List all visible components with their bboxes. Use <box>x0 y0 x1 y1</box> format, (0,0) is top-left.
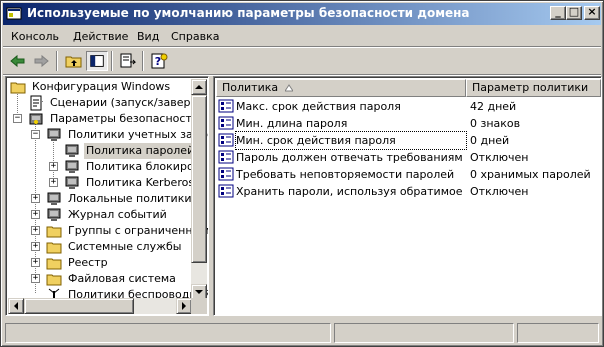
policy-name: Макс. срок действия пароля <box>236 100 401 113</box>
title-bar[interactable]: Используемые по умолчанию параметры безо… <box>3 3 601 25</box>
tree-expander-plus[interactable]: + <box>31 258 40 267</box>
close-button[interactable]: × <box>584 6 600 20</box>
tree-item-label: Сценарии (запуск/завершен <box>50 96 209 109</box>
tree-item-label: Файловая система <box>68 272 176 285</box>
sort-ascending-icon <box>285 84 293 92</box>
scroll-up-button[interactable] <box>191 79 207 95</box>
policy-name: Мин. срок действия пароля <box>235 131 467 150</box>
policy-value: 0 знаков <box>470 117 521 130</box>
folder-icon <box>46 226 62 238</box>
policy-setting-icon <box>218 99 234 113</box>
tree-expander-minus[interactable]: − <box>13 114 22 123</box>
column-header-setting[interactable]: Параметр политики <box>466 79 601 97</box>
menu-console[interactable]: Консоль <box>11 30 59 43</box>
policy-value: Отключен <box>470 185 529 198</box>
tree-vertical-scrollbar[interactable] <box>191 79 207 300</box>
toolbar: ? <box>3 48 601 74</box>
tree-item-label: Журнал событий <box>68 208 167 221</box>
folder-icon <box>10 82 26 94</box>
folder-icon <box>46 242 62 254</box>
tree-item-label: Группы с ограниченным <box>68 224 209 237</box>
arrow-up-icon <box>195 85 203 89</box>
tree-expander-plus[interactable]: + <box>31 226 40 235</box>
minimize-button[interactable]: _ <box>550 6 566 20</box>
tree-horizontal-scrollbar[interactable] <box>8 298 192 314</box>
menu-action[interactable]: Действие <box>73 30 128 43</box>
tree-expander-plus[interactable]: + <box>31 210 40 219</box>
policy-value: 42 дней <box>470 100 517 113</box>
policy-setting-icon <box>218 133 234 147</box>
arrow-right-icon <box>182 302 186 310</box>
tree-item-label: Локальные политики <box>68 192 192 205</box>
menu-help[interactable]: Справка <box>171 30 219 43</box>
mmc-app-icon <box>6 7 22 20</box>
tree-item-label: Политика Kerberos <box>86 176 195 189</box>
security-settings-icon <box>29 113 43 125</box>
status-pane <box>5 323 331 343</box>
script-document-icon <box>30 95 42 111</box>
tree-item-label: Системные службы <box>68 240 182 253</box>
app-window: Используемые по умолчанию параметры безо… <box>0 0 604 347</box>
maximize-button[interactable]: □ <box>566 6 582 20</box>
policy-computer-icon <box>47 208 61 221</box>
menu-bar: Консоль Действие Вид Справка <box>3 26 601 47</box>
policy-name: Пароль должен отвечать требованиям сл... <box>236 151 466 164</box>
policy-name: Мин. длина пароля <box>236 117 348 130</box>
arrow-left-icon <box>14 302 18 310</box>
menu-view[interactable]: Вид <box>137 30 159 43</box>
tree-expander-plus[interactable]: + <box>49 178 58 187</box>
tree-expander-plus[interactable]: + <box>49 162 58 171</box>
scroll-thumb[interactable] <box>191 95 207 263</box>
scroll-thumb[interactable] <box>24 298 134 314</box>
tree-expander-plus[interactable]: + <box>31 242 40 251</box>
policy-name: Требовать неповторяемости паролей <box>236 168 455 181</box>
details-list[interactable]: Политика Параметр политики Макс. срок де… <box>213 76 602 316</box>
forward-arrow-icon[interactable] <box>30 51 52 71</box>
export-list-icon[interactable] <box>117 51 139 71</box>
toolbar-separator <box>56 51 58 71</box>
policy-setting-icon <box>218 167 234 181</box>
policy-value: Отключен <box>470 151 529 164</box>
toolbar-separator <box>142 51 144 71</box>
scroll-left-button[interactable] <box>8 298 24 314</box>
policy-setting-icon <box>218 184 234 198</box>
folder-icon <box>46 258 62 270</box>
svg-text:?: ? <box>155 55 161 68</box>
policy-value: 0 дней <box>470 134 510 147</box>
policy-computer-icon <box>65 144 79 157</box>
tree-item-label: Реестр <box>68 256 108 269</box>
show-hide-tree-icon[interactable] <box>86 51 108 71</box>
help-icon[interactable]: ? <box>148 51 170 71</box>
policy-value: 0 хранимых паролей <box>470 168 591 181</box>
policy-computer-icon <box>47 192 61 205</box>
tree-expander-plus[interactable]: + <box>31 274 40 283</box>
scrollbar-corner <box>191 298 207 314</box>
arrow-down-icon <box>195 290 203 294</box>
status-bar <box>3 323 601 343</box>
policy-setting-icon <box>218 150 234 164</box>
policy-computer-icon <box>47 128 61 141</box>
tree-item-label: Политики учетных запис <box>68 128 209 141</box>
tree-item-label: Параметры безопасности <box>50 112 200 125</box>
back-arrow-icon[interactable] <box>7 51 29 71</box>
policy-computer-icon <box>65 176 79 189</box>
window-title: Используемые по умолчанию параметры безо… <box>27 6 470 20</box>
column-header-policy[interactable]: Политика <box>216 79 466 97</box>
status-pane <box>517 323 599 343</box>
tree-item-label: Политика паролей <box>84 143 197 159</box>
policy-computer-icon <box>65 160 79 173</box>
scroll-right-button[interactable] <box>176 298 192 314</box>
toolbar-separator <box>111 51 113 71</box>
status-pane <box>334 323 514 343</box>
column-header-label: Параметр политики <box>472 81 589 94</box>
up-folder-icon[interactable] <box>63 51 85 71</box>
tree-expander-minus[interactable]: − <box>31 130 40 139</box>
console-tree[interactable]: Конфигурация Windows Сценарии (запуск/за… <box>5 76 209 316</box>
folder-icon <box>46 274 62 286</box>
column-header-label: Политика <box>222 81 279 94</box>
tree-expander-plus[interactable]: + <box>31 194 40 203</box>
policy-name: Хранить пароли, используя обратимое ши..… <box>236 185 466 198</box>
tree-item-label: Конфигурация Windows <box>32 80 171 93</box>
policy-setting-icon <box>218 116 234 130</box>
